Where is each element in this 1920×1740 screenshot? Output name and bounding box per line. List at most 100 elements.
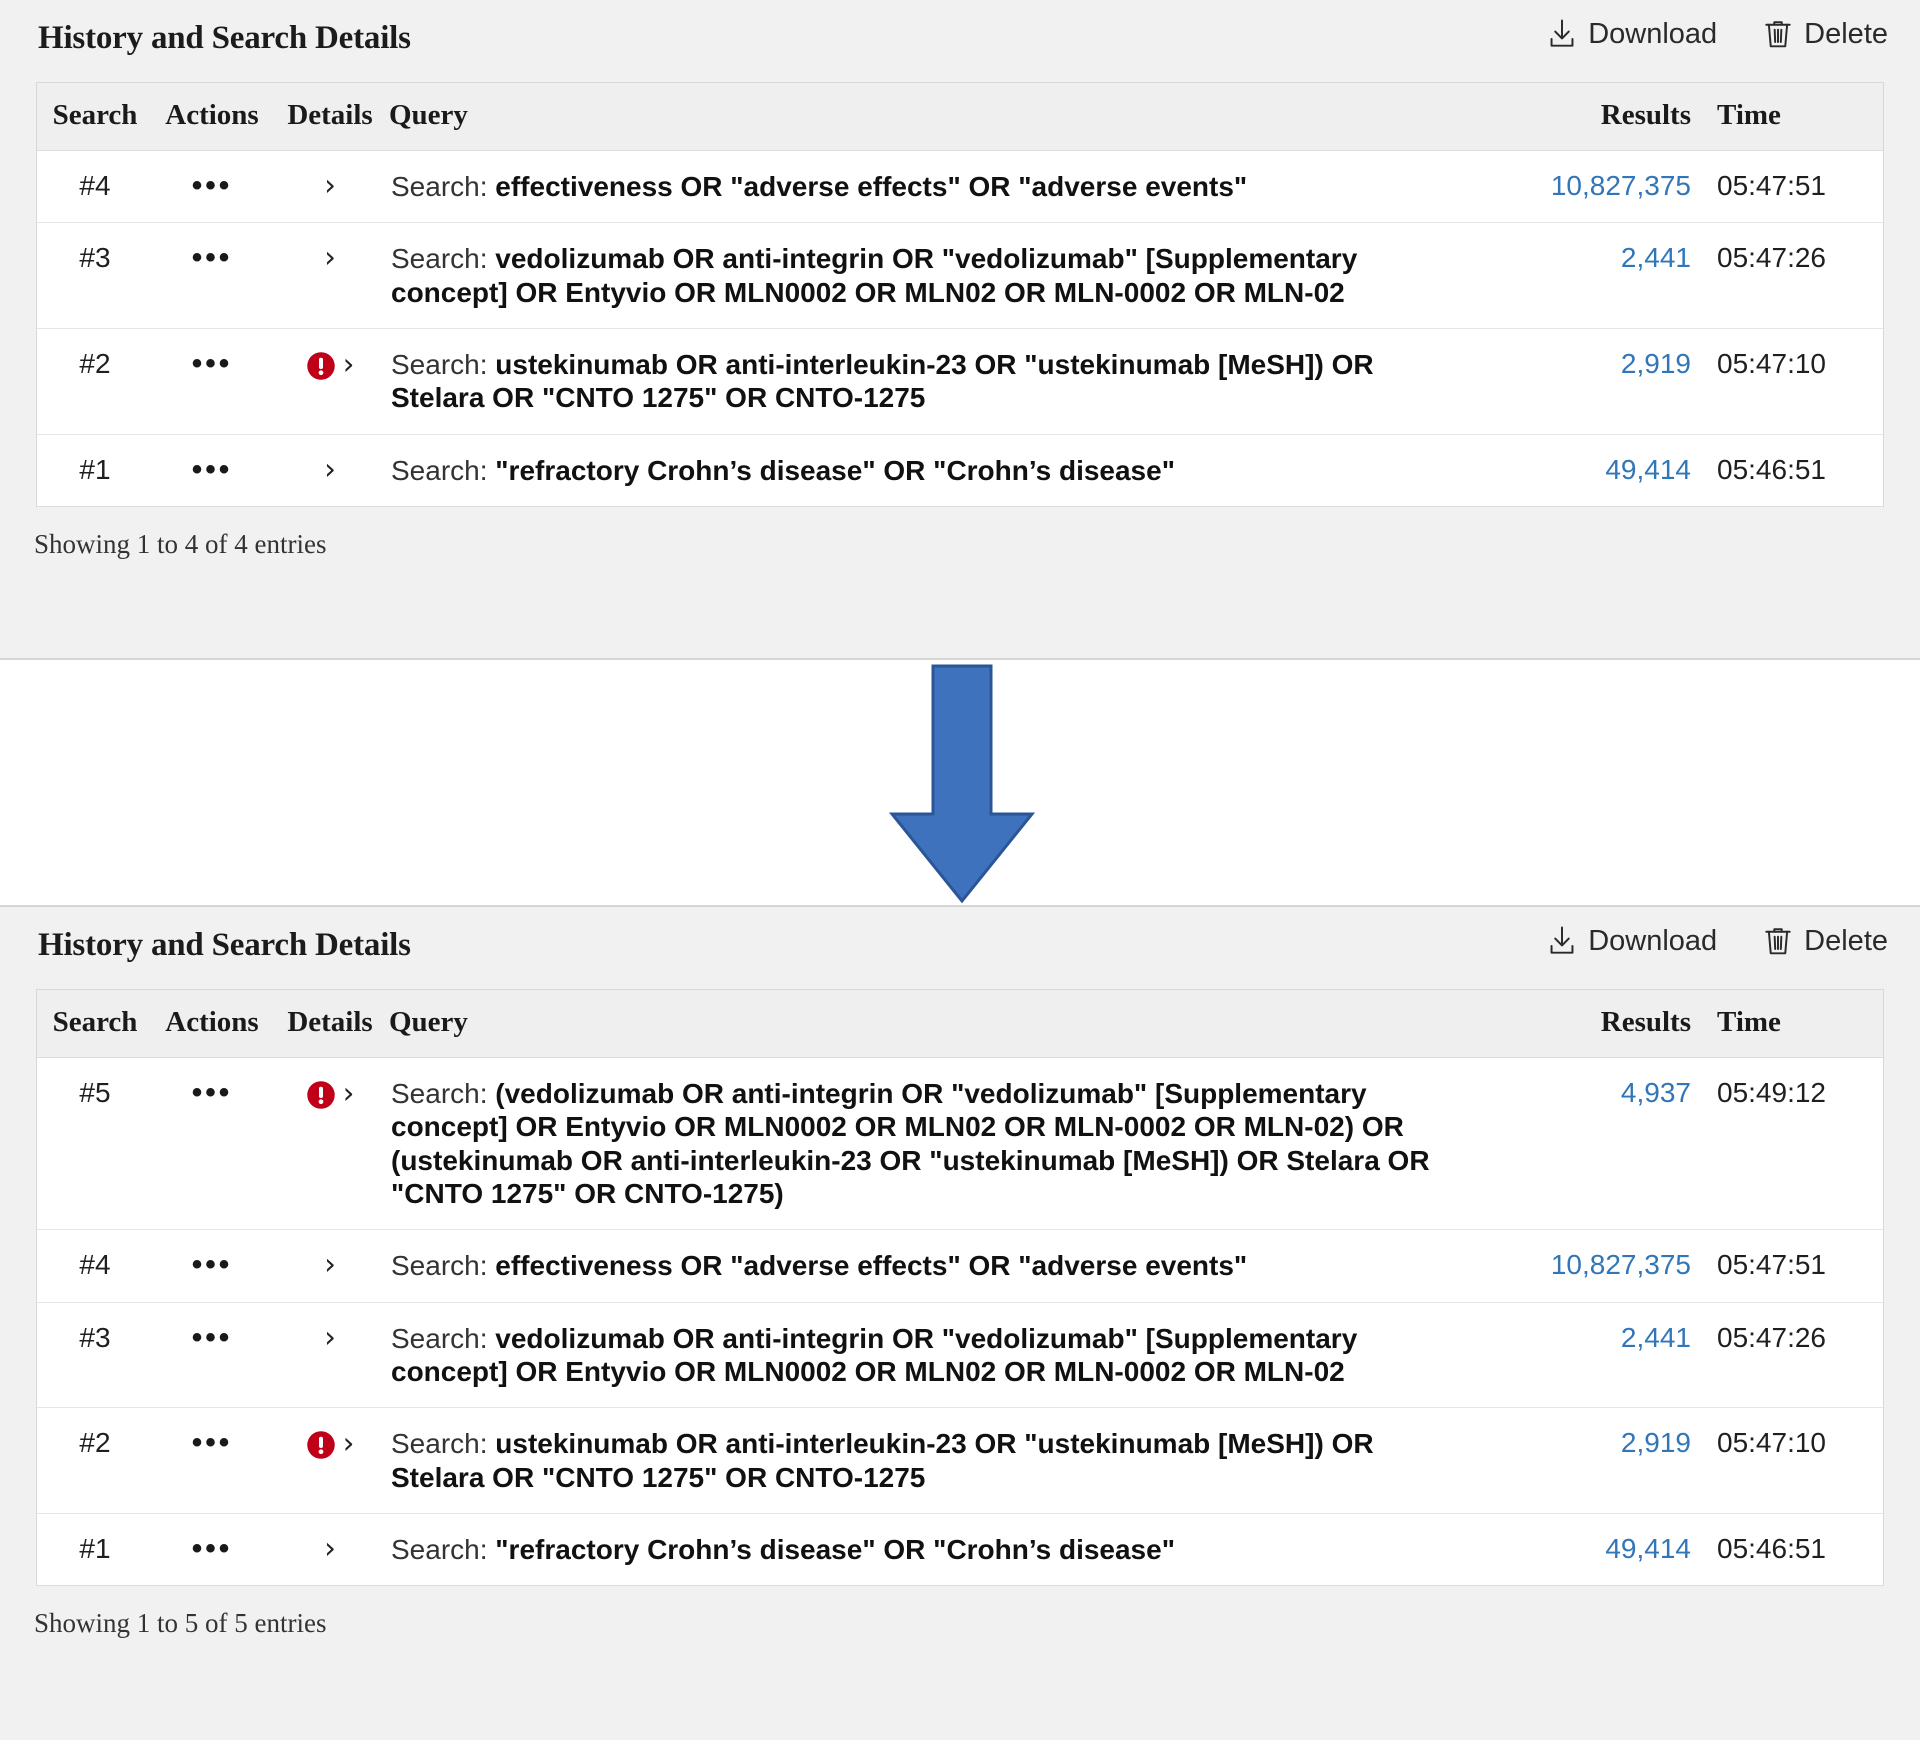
actions-cell: ••• — [153, 150, 271, 224]
warning-icon[interactable] — [306, 348, 336, 381]
panel-actions-after: Download Delete — [1547, 925, 1888, 957]
history-table-after: Search Actions Details Query Results Tim… — [37, 990, 1883, 1587]
column-header-results[interactable]: Results — [1499, 990, 1703, 1058]
more-actions-icon[interactable]: ••• — [192, 1078, 233, 1108]
chevron-right-icon[interactable]: › — [324, 1533, 336, 1563]
download-label: Download — [1588, 924, 1718, 957]
table-row[interactable]: #3 ••• › Search: vedolizumab OR anti-integr… — [37, 222, 1883, 329]
more-actions-icon[interactable]: ••• — [192, 1322, 233, 1352]
results-cell: 49,414 — [1499, 1513, 1703, 1587]
results-link[interactable]: 49,414 — [1605, 454, 1691, 485]
table-header-row: Search Actions Details Query Results Tim… — [37, 83, 1883, 151]
results-link[interactable]: 2,441 — [1621, 1322, 1691, 1353]
table-row[interactable]: #1 ••• › Search: "refractory Crohn’s diseas… — [37, 434, 1883, 507]
history-panel-after: History and Search Details Download Dele… — [0, 905, 1920, 1740]
download-icon — [1547, 925, 1577, 957]
table-header-after: Search Actions Details Query Results Tim… — [37, 990, 1883, 1058]
query-text: ustekinumab OR anti-interleukin-23 OR "u… — [391, 1428, 1374, 1493]
more-actions-icon[interactable]: ••• — [192, 243, 233, 273]
more-actions-icon[interactable]: ••• — [192, 1250, 233, 1280]
details-cell: › — [271, 434, 389, 507]
more-actions-icon[interactable]: ••• — [192, 171, 233, 201]
query-prefix: Search: — [391, 1250, 496, 1282]
query-cell: Search: vedolizumab OR anti-integrin OR … — [389, 222, 1499, 329]
chevron-right-icon[interactable]: › — [343, 1078, 355, 1108]
query-prefix: Search: — [391, 171, 496, 202]
column-header-time[interactable]: Time — [1703, 990, 1883, 1058]
results-link[interactable]: 4,937 — [1621, 1077, 1691, 1108]
query-cell: Search: vedolizumab OR anti-integrin OR … — [389, 1302, 1499, 1409]
details-group: › — [324, 454, 336, 484]
chevron-right-icon[interactable]: › — [343, 1428, 355, 1458]
chevron-right-icon[interactable]: › — [324, 1322, 336, 1352]
results-link[interactable]: 2,919 — [1621, 348, 1691, 379]
table-row[interactable]: #3 ••• › Search: vedolizumab OR anti-integr… — [37, 1302, 1883, 1409]
table-row[interactable]: #4 ••• › Search: effectiveness OR "adverse … — [37, 1229, 1883, 1303]
column-header-query[interactable]: Query — [389, 83, 1499, 151]
more-actions-icon[interactable]: ••• — [192, 454, 233, 484]
results-link[interactable]: 10,827,375 — [1551, 170, 1691, 201]
details-group: › — [324, 1322, 336, 1352]
actions-cell: ••• — [153, 1407, 271, 1514]
chevron-right-icon[interactable]: › — [324, 454, 336, 484]
query-cell: Search: (vedolizumab OR anti-integrin OR… — [389, 1057, 1499, 1231]
details-group: › — [324, 243, 336, 272]
query-cell: Search: "refractory Crohn’s disease" OR … — [389, 1513, 1499, 1587]
time-cell: 05:47:26 — [1703, 222, 1883, 329]
column-header-results[interactable]: Results — [1499, 83, 1703, 151]
search-number: #4 — [37, 1229, 153, 1303]
down-arrow-icon — [888, 664, 1036, 904]
table-row[interactable]: #1 ••• › Search: "refractory Crohn’s diseas… — [37, 1513, 1883, 1587]
details-cell: › — [271, 150, 389, 224]
chevron-right-icon[interactable]: › — [343, 349, 355, 379]
column-header-search[interactable]: Search — [37, 83, 153, 151]
search-number: #1 — [37, 434, 153, 507]
delete-label: Delete — [1804, 924, 1888, 957]
delete-button[interactable]: Delete — [1763, 18, 1888, 50]
search-number: #3 — [37, 222, 153, 329]
query-cell: Search: ustekinumab OR anti-interleukin-… — [389, 1407, 1499, 1514]
query-prefix: Search: — [391, 454, 496, 486]
results-link[interactable]: 49,414 — [1605, 1533, 1691, 1564]
details-cell: › — [271, 1229, 389, 1303]
column-header-details[interactable]: Details — [271, 83, 389, 151]
download-button-after[interactable]: Download — [1547, 925, 1717, 957]
details-cell: › — [271, 1513, 389, 1587]
more-actions-icon[interactable]: ••• — [192, 348, 233, 378]
actions-cell: ••• — [153, 328, 271, 435]
more-actions-icon[interactable]: ••• — [192, 1428, 233, 1458]
actions-cell: ••• — [153, 434, 271, 507]
warning-icon[interactable] — [306, 1077, 336, 1110]
query-prefix: Search: — [391, 1078, 496, 1109]
chevron-right-icon[interactable]: › — [324, 171, 336, 200]
download-icon — [1547, 18, 1577, 50]
column-header-actions[interactable]: Actions — [153, 83, 271, 151]
results-cell: 2,919 — [1499, 328, 1703, 435]
chevron-right-icon[interactable]: › — [324, 243, 336, 272]
column-header-actions[interactable]: Actions — [153, 990, 271, 1058]
more-actions-icon[interactable]: ••• — [192, 1533, 233, 1563]
actions-cell: ••• — [153, 1302, 271, 1409]
download-label: Download — [1588, 17, 1718, 50]
chevron-right-icon[interactable]: › — [324, 1250, 336, 1279]
column-header-query[interactable]: Query — [389, 990, 1499, 1058]
table-row[interactable]: #2 ••• › Search: ustekinumab OR anti-interl… — [37, 1407, 1883, 1514]
query-text: "refractory Crohn’s disease" OR "Crohn’s… — [495, 454, 1175, 486]
panel-header-after: History and Search Details Download Dele… — [0, 907, 1920, 989]
warning-icon[interactable] — [306, 1427, 336, 1460]
column-header-details[interactable]: Details — [271, 990, 389, 1058]
time-cell: 05:47:10 — [1703, 1407, 1883, 1514]
column-header-time[interactable]: Time — [1703, 83, 1883, 151]
column-header-search[interactable]: Search — [37, 990, 153, 1058]
query-cell: Search: effectiveness OR "adverse effect… — [389, 1229, 1499, 1303]
table-row[interactable]: #5 ••• › Search: (vedolizumab OR anti-integ… — [37, 1057, 1883, 1231]
results-link[interactable]: 10,827,375 — [1551, 1249, 1691, 1280]
details-group: › — [306, 348, 355, 381]
results-link[interactable]: 2,919 — [1621, 1427, 1691, 1458]
table-row[interactable]: #4 ••• › Search: effectiveness OR "adverse … — [37, 150, 1883, 224]
table-row[interactable]: #2 ••• › Search: ustekinumab OR anti-interl… — [37, 328, 1883, 435]
query-text: vedolizumab OR anti-integrin OR "vedoliz… — [391, 1322, 1358, 1387]
delete-button-after[interactable]: Delete — [1763, 925, 1888, 957]
results-link[interactable]: 2,441 — [1621, 242, 1691, 273]
download-button[interactable]: Download — [1547, 18, 1717, 50]
